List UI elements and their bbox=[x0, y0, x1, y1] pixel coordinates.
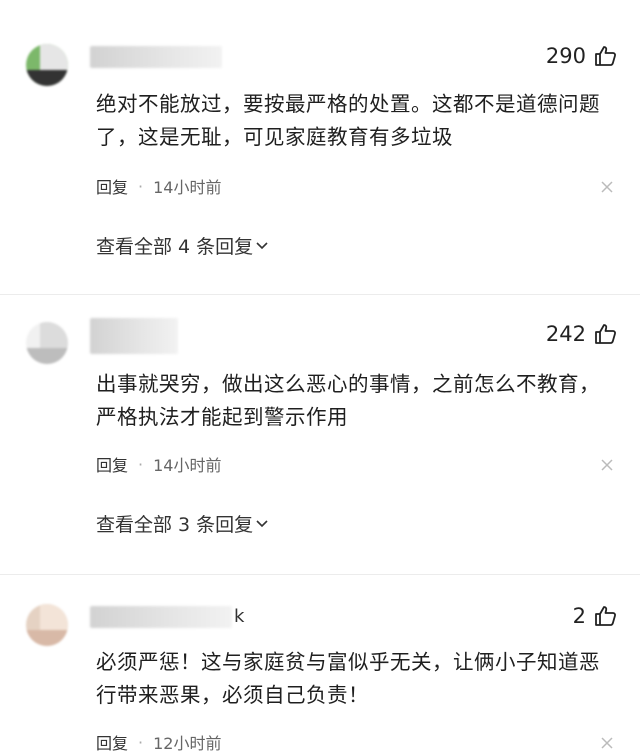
username-blurred[interactable] bbox=[90, 606, 232, 628]
thumbs-up-icon bbox=[595, 606, 616, 626]
close-icon[interactable] bbox=[600, 736, 614, 750]
close-icon[interactable] bbox=[600, 458, 614, 472]
comment-item: k 2 必须严惩！这与家庭贫与富似乎无关，让俩小子知道恶行带来恶果，必须自己负责… bbox=[0, 604, 640, 754]
thumbs-up-icon bbox=[595, 46, 616, 66]
comment-item: 290 绝对不能放过，要按最严格的处置。这都不是道德问题了，这是无耻，可见家庭教… bbox=[0, 44, 640, 294]
view-all-replies-button[interactable]: 查看全部 3 条回复 bbox=[96, 510, 269, 537]
avatar[interactable] bbox=[26, 44, 68, 86]
like-count: 2 bbox=[572, 604, 586, 628]
timestamp: 14小时前 bbox=[153, 456, 222, 475]
view-all-replies-button[interactable]: 查看全部 4 条回复 bbox=[96, 232, 269, 259]
comment-text: 绝对不能放过，要按最严格的处置。这都不是道德问题了，这是无耻，可见家庭教育有多垃… bbox=[96, 92, 600, 149]
avatar[interactable] bbox=[26, 604, 68, 646]
view-replies-label: 查看全部 3 条回复 bbox=[96, 514, 254, 536]
chevron-down-icon bbox=[256, 241, 268, 249]
separator-dot: · bbox=[138, 732, 144, 752]
reply-button[interactable]: 回复 bbox=[96, 730, 128, 754]
username-blurred[interactable] bbox=[90, 46, 222, 68]
divider bbox=[0, 574, 640, 575]
like-button[interactable]: 290 bbox=[546, 44, 618, 68]
close-icon[interactable] bbox=[600, 180, 614, 194]
like-count: 290 bbox=[545, 44, 586, 68]
reply-button[interactable]: 回复 bbox=[96, 174, 128, 198]
separator-dot: · bbox=[138, 176, 144, 196]
comment-meta: 回复 · 14小时前 bbox=[96, 174, 221, 198]
username-blurred[interactable] bbox=[90, 318, 178, 354]
comment-text: 出事就哭穷，做出这么恶心的事情，之前怎么不教育，严格执法才能起到警示作用 bbox=[96, 372, 600, 429]
timestamp: 12小时前 bbox=[153, 734, 222, 753]
like-button[interactable]: 242 bbox=[546, 322, 618, 346]
divider bbox=[0, 294, 640, 295]
like-count: 242 bbox=[545, 322, 586, 346]
username-suffix: k bbox=[234, 606, 245, 627]
comment-meta: 回复 · 12小时前 bbox=[96, 730, 221, 754]
comment-item: 242 出事就哭穷，做出这么恶心的事情，之前怎么不教育，严格执法才能起到警示作用… bbox=[0, 318, 640, 572]
comment-text: 必须严惩！这与家庭贫与富似乎无关，让俩小子知道恶行带来恶果，必须自己负责！ bbox=[96, 650, 600, 707]
comment-meta: 回复 · 14小时前 bbox=[96, 452, 221, 476]
reply-button[interactable]: 回复 bbox=[96, 452, 128, 476]
separator-dot: · bbox=[138, 454, 144, 474]
chevron-down-icon bbox=[256, 519, 268, 527]
view-replies-label: 查看全部 4 条回复 bbox=[96, 236, 254, 258]
like-button[interactable]: 2 bbox=[573, 604, 618, 628]
avatar[interactable] bbox=[26, 322, 68, 364]
thumbs-up-icon bbox=[595, 324, 616, 344]
timestamp: 14小时前 bbox=[153, 178, 222, 197]
